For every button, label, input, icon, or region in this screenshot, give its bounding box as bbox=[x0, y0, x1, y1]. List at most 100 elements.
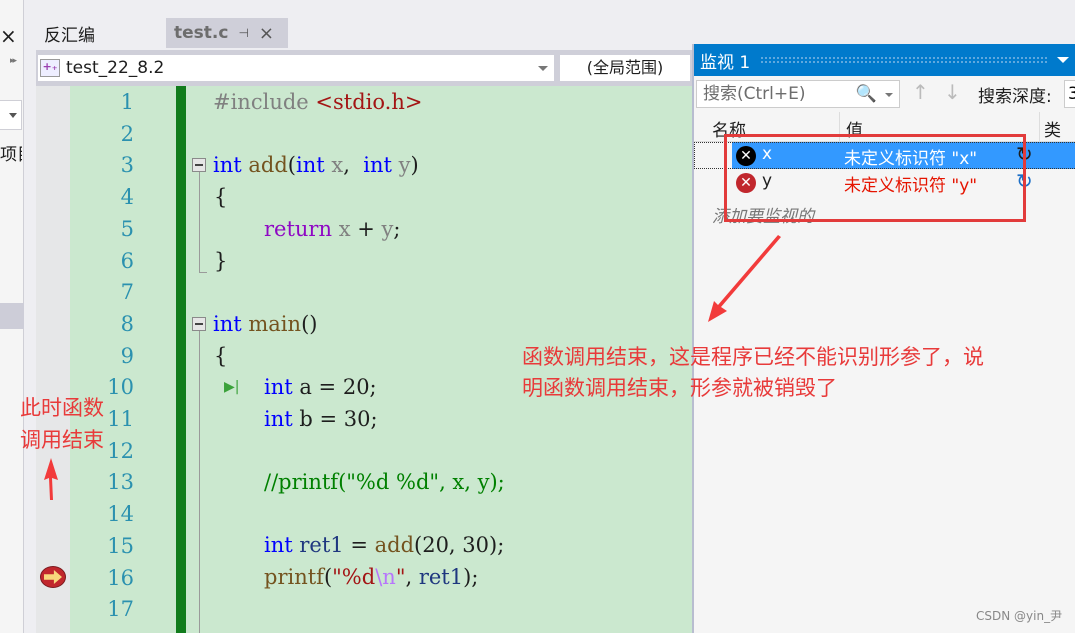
keyword: return bbox=[264, 217, 332, 241]
solution-explorer-strip: × ▸▸ 项目 bbox=[0, 0, 24, 633]
fold-guide bbox=[199, 172, 200, 272]
comma: , bbox=[405, 565, 419, 589]
code-line-15: int ret1 = add(20, 30); bbox=[264, 530, 504, 562]
keyword: int bbox=[264, 407, 293, 431]
keyword: int bbox=[363, 153, 392, 177]
chevron-down-icon[interactable] bbox=[885, 93, 893, 97]
fold-guide-end bbox=[199, 272, 207, 273]
chevron-right-icon[interactable]: ▸▸ bbox=[10, 56, 17, 66]
preprocessor: #include bbox=[213, 90, 309, 114]
function-name: main bbox=[248, 312, 302, 336]
keyword: int bbox=[295, 153, 325, 177]
param: x bbox=[331, 153, 344, 177]
glyph-margin[interactable] bbox=[36, 86, 70, 633]
tab-label: test.c bbox=[174, 23, 229, 43]
code-line-3: int add(int x, int y) bbox=[213, 150, 419, 182]
line-number: 8 bbox=[120, 311, 134, 336]
param: y bbox=[398, 153, 411, 177]
search-depth-input[interactable]: 3 bbox=[1064, 80, 1075, 108]
watch-panel: 监视 1 搜索(Ctrl+E) 🔍 ↑ ↓ 搜索深度: 3 名称 值 类型 ✕ bbox=[692, 44, 1075, 633]
change-tracking-bar bbox=[176, 86, 186, 633]
line-number: 2 bbox=[120, 121, 134, 146]
document-tabs: 反汇编 test.c ⊣ × bbox=[36, 18, 288, 48]
line-number: 13 bbox=[107, 470, 134, 495]
code-line-6: } bbox=[214, 249, 228, 273]
comma: , bbox=[343, 153, 364, 177]
search-icon[interactable]: 🔍 bbox=[856, 81, 877, 107]
string: "%d bbox=[332, 565, 376, 589]
drag-grip[interactable] bbox=[760, 56, 1047, 64]
navigation-bar: +₊ test_22_8.2 (全局范围) bbox=[36, 50, 692, 86]
paren: ); bbox=[463, 565, 479, 589]
function-name: add bbox=[248, 153, 288, 177]
keyword: int bbox=[213, 153, 242, 177]
pin-icon[interactable]: ⊣ bbox=[238, 26, 248, 40]
project-label[interactable]: 项目 bbox=[0, 140, 22, 165]
code-line-11: int b = 30; bbox=[264, 404, 378, 436]
project-name: test_22_8.2 bbox=[66, 58, 165, 78]
keyword: int bbox=[213, 312, 242, 336]
run-to-click-icon[interactable]: ▶| bbox=[224, 379, 239, 395]
search-depth-label: 搜索深度: bbox=[978, 87, 1052, 107]
search-input[interactable]: 搜索(Ctrl+E) 🔍 bbox=[696, 80, 900, 108]
line-number: 15 bbox=[107, 533, 134, 558]
operator: = bbox=[343, 533, 375, 557]
annotation-right-line-1: 函数调用结束，这是程序已经不能识别形参了，说 bbox=[522, 345, 984, 369]
collapse-icon[interactable] bbox=[192, 317, 206, 331]
watermark: CSDN @yin_尹 bbox=[976, 609, 1063, 623]
function-name: add bbox=[374, 533, 415, 557]
code-line-8: int main() bbox=[213, 309, 317, 341]
search-previous-icon[interactable]: ↑ bbox=[912, 80, 929, 104]
tab-label: 反汇编 bbox=[44, 25, 95, 46]
statement: a = 20; bbox=[292, 375, 377, 399]
line-number: 9 bbox=[120, 343, 134, 368]
code-line-4: { bbox=[214, 185, 228, 209]
line-number: 17 bbox=[107, 597, 134, 622]
line-number: 7 bbox=[120, 280, 134, 305]
tab-test-c[interactable]: test.c ⊣ × bbox=[166, 18, 288, 48]
collapse-icon[interactable] bbox=[192, 158, 206, 172]
code-line-1: #include <stdio.h> bbox=[213, 87, 422, 119]
paren: ( bbox=[287, 153, 296, 177]
close-icon[interactable]: × bbox=[259, 23, 274, 44]
chevron-down-icon bbox=[9, 113, 17, 118]
fold-guide bbox=[199, 331, 200, 633]
annotation-left-line-1: 此时函数 bbox=[20, 396, 104, 420]
search-placeholder: 搜索(Ctrl+E) bbox=[703, 84, 806, 104]
keyword: int bbox=[264, 533, 293, 557]
column-splitter[interactable] bbox=[1039, 112, 1040, 142]
tab-disassembly[interactable]: 反汇编 bbox=[36, 18, 166, 48]
line-number: 5 bbox=[120, 216, 134, 241]
operator: + bbox=[350, 217, 382, 241]
close-icon[interactable]: × bbox=[0, 26, 17, 46]
line-number: 1 bbox=[120, 90, 134, 114]
scope-dropdown[interactable]: (全局范围) bbox=[560, 55, 690, 81]
chevron-down-icon bbox=[538, 66, 548, 71]
escape: \n bbox=[375, 565, 396, 589]
line-number: 6 bbox=[120, 248, 134, 273]
param: x bbox=[338, 217, 351, 241]
project-dropdown[interactable]: +₊ test_22_8.2 bbox=[38, 55, 554, 81]
ide-window: × ▸▸ 项目 反汇编 test.c ⊣ × +₊ test_22_8.2 (全… bbox=[0, 0, 1075, 633]
panel-dropdown[interactable] bbox=[0, 100, 22, 130]
keyword: int bbox=[264, 375, 293, 399]
semicolon: ; bbox=[393, 217, 401, 241]
code-line-9: { bbox=[214, 344, 228, 368]
watch-title: 监视 1 bbox=[700, 52, 751, 73]
code-line-5: return x + y; bbox=[264, 214, 400, 246]
code-line-16: printf("%d\n", ret1); bbox=[264, 562, 478, 594]
current-statement-arrow-icon bbox=[40, 566, 66, 588]
include-path: <stdio.h> bbox=[315, 90, 423, 114]
statement: b = 30; bbox=[292, 407, 378, 431]
watch-title-bar[interactable]: 监视 1 bbox=[694, 44, 1075, 76]
paren: ( bbox=[323, 565, 333, 589]
variable: ret1 bbox=[418, 565, 464, 589]
search-next-icon[interactable]: ↓ bbox=[944, 80, 961, 104]
splitter[interactable] bbox=[24, 0, 36, 633]
selected-item[interactable] bbox=[0, 303, 24, 329]
annotation-right-line-2: 明函数调用结束，形参就被销毁了 bbox=[522, 376, 837, 400]
annotation-left-line-2: 调用结束 bbox=[20, 428, 104, 452]
window-menu-icon[interactable] bbox=[1057, 57, 1069, 63]
watch-toolbar: 搜索(Ctrl+E) 🔍 ↑ ↓ 搜索深度: 3 bbox=[694, 76, 1075, 112]
code-line-13: //printf("%d %d", x, y); bbox=[264, 470, 505, 494]
